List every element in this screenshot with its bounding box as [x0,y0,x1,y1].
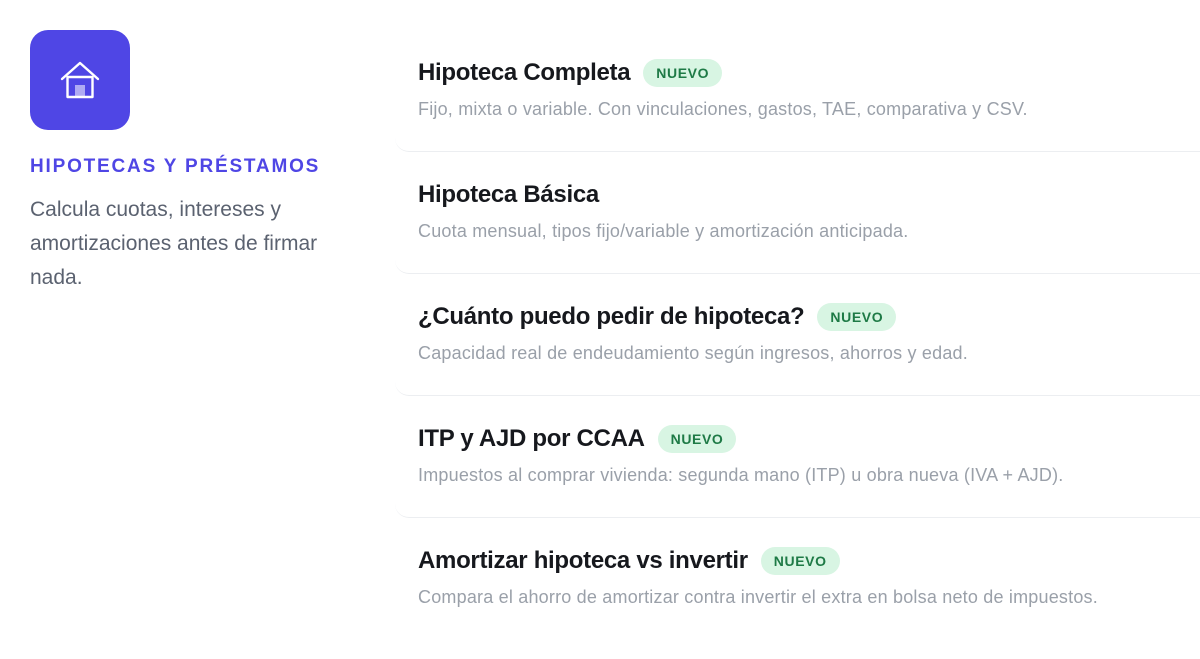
category-icon-tile [30,30,130,130]
tool-header: Hipoteca Básica [418,180,599,210]
category-panel: HIPOTECAS Y PRÉSTAMOS Calcula cuotas, in… [30,30,340,295]
tool-list: Hipoteca Completa NUEVO Fijo, mixta o va… [395,0,1200,640]
new-badge: NUEVO [643,59,723,87]
tool-title: ITP y AJD por CCAA [418,425,645,452]
tool-description: Cuota mensual, tipos fijo/variable y amo… [418,221,909,241]
tool-title: Hipoteca Básica [418,181,599,208]
category-title: HIPOTECAS Y PRÉSTAMOS [30,156,321,177]
tool-item-hipoteca-basica[interactable]: Hipoteca Básica Cuota mensual, tipos fij… [395,152,1200,274]
tool-header: ¿Cuánto puedo pedir de hipoteca? NUEVO [418,302,897,332]
house-icon [60,61,100,99]
tool-title: ¿Cuánto puedo pedir de hipoteca? [418,303,805,330]
tool-description: Fijo, mixta o variable. Con vinculacione… [418,99,1028,119]
category-description: Calcula cuotas, intereses y amortizacion… [30,198,318,289]
tool-title: Hipoteca Completa [418,59,631,86]
tool-header: ITP y AJD por CCAA NUEVO [418,424,737,454]
tool-title: Amortizar hipoteca vs invertir [418,547,748,574]
tool-header: Hipoteca Completa NUEVO [418,58,723,88]
new-badge: NUEVO [817,303,897,331]
page: HIPOTECAS Y PRÉSTAMOS Calcula cuotas, in… [0,0,1200,659]
tool-description: Capacidad real de endeudamiento según in… [418,343,968,363]
tool-item-itp-ajd[interactable]: ITP y AJD por CCAA NUEVO Impuestos al co… [395,396,1200,518]
tool-description: Compara el ahorro de amortizar contra in… [418,587,1098,607]
new-badge: NUEVO [657,425,737,453]
tool-item-hipoteca-completa[interactable]: Hipoteca Completa NUEVO Fijo, mixta o va… [395,0,1200,152]
tool-item-cuanto-puedo-pedir[interactable]: ¿Cuánto puedo pedir de hipoteca? NUEVO C… [395,274,1200,396]
tool-item-amortizar-vs-invertir[interactable]: Amortizar hipoteca vs invertir NUEVO Com… [395,518,1200,640]
tool-header: Amortizar hipoteca vs invertir NUEVO [418,546,840,576]
tool-description: Impuestos al comprar vivienda: segunda m… [418,465,1064,485]
new-badge: NUEVO [760,547,840,575]
